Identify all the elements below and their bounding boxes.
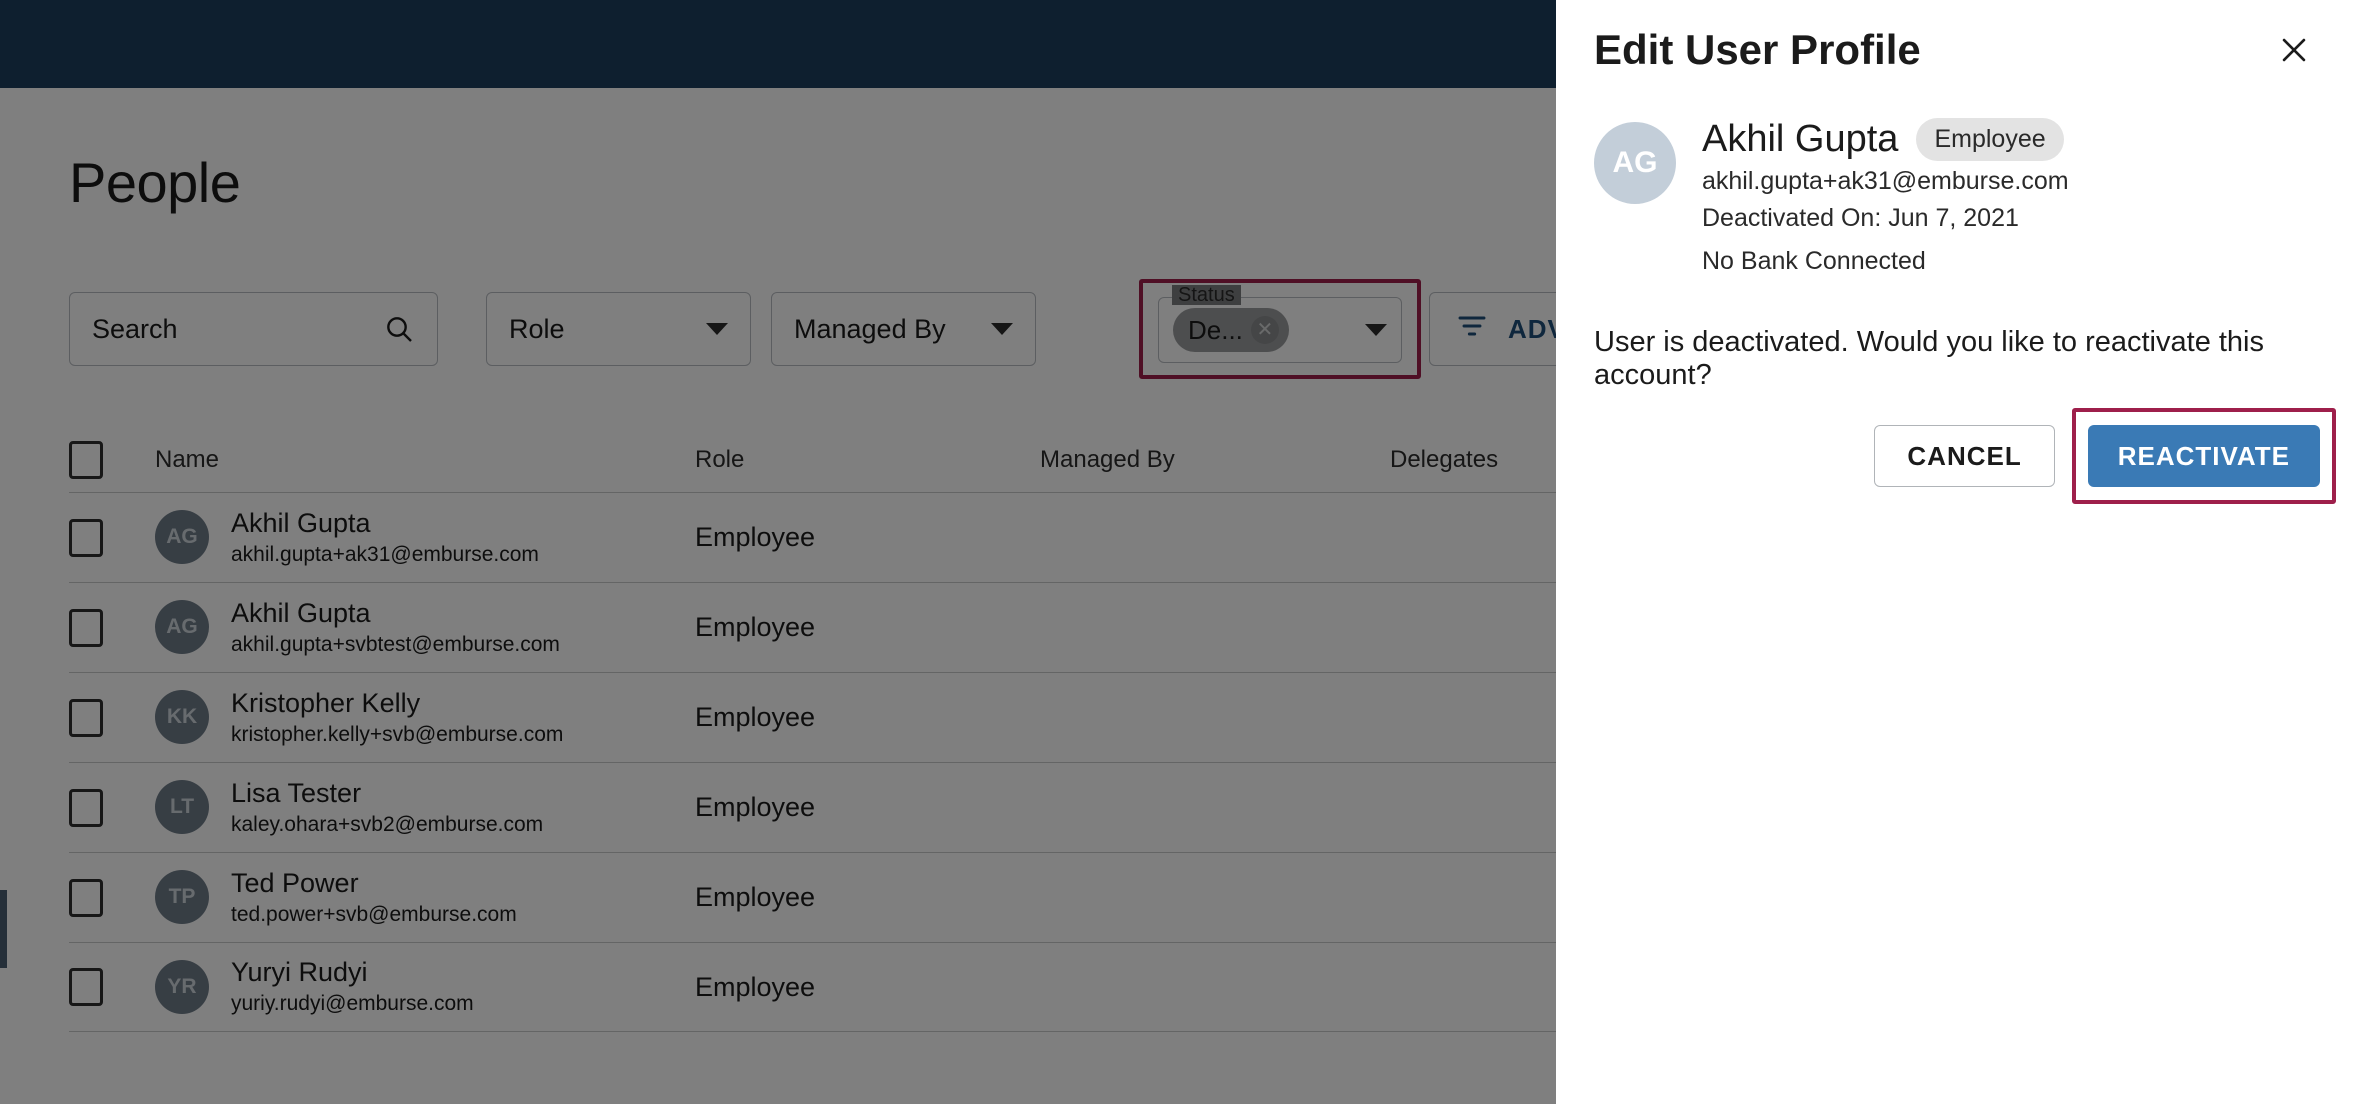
user-details: Akhil Gupta Employee akhil.gupta+ak31@em… bbox=[1702, 118, 2318, 276]
app-root: People Search Role bbox=[0, 0, 2356, 1104]
drawer-title: Edit User Profile bbox=[1594, 26, 1921, 73]
close-icon[interactable] bbox=[2268, 24, 2320, 76]
reactivate-prompt-message: User is deactivated. Would you like to r… bbox=[1594, 326, 2265, 391]
edit-user-profile-drawer: Edit User Profile AG Akhil Gupta Employe… bbox=[1556, 0, 2356, 1104]
reactivate-button-highlight: REACTIVATE bbox=[2071, 408, 2336, 504]
user-email: akhil.gupta+ak31@emburse.com bbox=[1702, 167, 2069, 195]
user-full-name: Akhil Gupta bbox=[1702, 118, 1899, 160]
user-role-badge: Employee bbox=[1916, 118, 2064, 161]
user-profile-summary: AG Akhil Gupta Employee akhil.gupta+ak31… bbox=[1556, 100, 2356, 276]
user-name-line: Akhil Gupta Employee bbox=[1702, 118, 2318, 161]
user-deactivated-date: Deactivated On: Jun 7, 2021 bbox=[1702, 204, 2019, 232]
user-bank-status: No Bank Connected bbox=[1702, 247, 1926, 275]
drawer-actions: CANCEL REACTIVATE bbox=[1874, 408, 2336, 504]
reactivate-button[interactable]: REACTIVATE bbox=[2087, 425, 2320, 487]
avatar: AG bbox=[1594, 122, 1676, 204]
drawer-header: Edit User Profile bbox=[1556, 0, 2356, 100]
modal-backdrop[interactable] bbox=[0, 0, 1556, 1104]
cancel-button[interactable]: CANCEL bbox=[1874, 425, 2055, 487]
